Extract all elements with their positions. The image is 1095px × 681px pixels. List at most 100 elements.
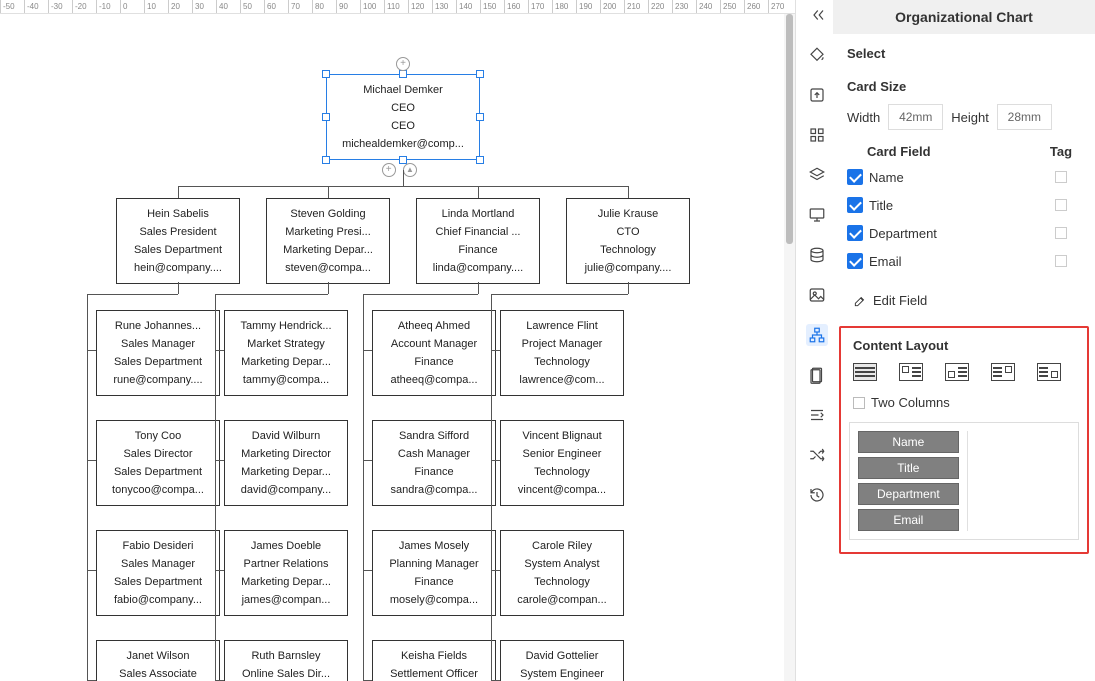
expand-panel-icon[interactable] — [806, 4, 828, 26]
org-node[interactable]: David WilburnMarketing DirectorMarketing… — [224, 420, 348, 506]
tag-checkbox[interactable] — [1055, 255, 1067, 267]
selection-handle[interactable] — [476, 70, 484, 78]
preview-field-pill[interactable]: Name — [858, 431, 959, 453]
tag-checkbox[interactable] — [1055, 227, 1067, 239]
layout-option-2[interactable] — [899, 363, 923, 381]
vertical-scrollbar[interactable] — [784, 14, 795, 681]
tag-checkbox[interactable] — [1055, 171, 1067, 183]
org-node-dept: Marketing Depar... — [229, 353, 343, 371]
org-chart-icon[interactable] — [806, 324, 828, 346]
org-node-name: Linda Mortland — [421, 205, 535, 223]
org-node[interactable]: Atheeq AhmedAccount ManagerFinanceatheeq… — [372, 310, 496, 396]
shuffle-icon[interactable] — [806, 444, 828, 466]
preview-field-pill[interactable]: Title — [858, 457, 959, 479]
ruler-tick: 160 — [504, 0, 520, 13]
layout-option-3[interactable] — [945, 363, 969, 381]
org-node[interactable]: Carole RileySystem AnalystTechnologycaro… — [500, 530, 624, 616]
org-node[interactable]: James MoselyPlanning ManagerFinancemosel… — [372, 530, 496, 616]
org-node-email: lawrence@com... — [505, 371, 619, 389]
selection-handle[interactable] — [322, 156, 330, 164]
ruler-tick: -10 — [96, 0, 111, 13]
export-icon[interactable] — [806, 84, 828, 106]
two-columns-row[interactable]: Two Columns — [849, 395, 1079, 422]
org-node[interactable]: Fabio DesideriSales ManagerSales Departm… — [96, 530, 220, 616]
org-node[interactable]: Linda MortlandChief Financial ...Finance… — [416, 198, 540, 284]
org-node-name: Keisha Fields — [377, 647, 491, 665]
two-columns-checkbox[interactable] — [853, 397, 865, 409]
org-node-dept: Technology — [505, 463, 619, 481]
layout-option-4[interactable] — [991, 363, 1015, 381]
org-node-name: Julie Krause — [571, 205, 685, 223]
align-icon[interactable] — [806, 404, 828, 426]
ruler-tick: 140 — [456, 0, 472, 13]
ruler-tick: 10 — [144, 0, 156, 13]
preview-field-pill[interactable]: Email — [858, 509, 959, 531]
selection-handle[interactable] — [399, 70, 407, 78]
org-node-title: Chief Financial ... — [421, 223, 535, 241]
database-icon[interactable] — [806, 244, 828, 266]
canvas-area[interactable]: -50-40-30-20-100102030405060708090100110… — [0, 0, 795, 681]
org-node-email: steven@compa... — [271, 259, 385, 277]
org-node[interactable]: Janet WilsonSales Associate — [96, 640, 220, 681]
selection-handle[interactable] — [322, 113, 330, 121]
tag-checkbox[interactable] — [1055, 199, 1067, 211]
org-node[interactable]: Tony CooSales DirectorSales Departmentto… — [96, 420, 220, 506]
org-node[interactable]: Tammy Hendrick...Market StrategyMarketin… — [224, 310, 348, 396]
selection-handle[interactable] — [476, 113, 484, 121]
ruler-tick: 90 — [336, 0, 348, 13]
org-node[interactable]: Vincent BlignautSenior EngineerTechnolog… — [500, 420, 624, 506]
org-node[interactable]: Lawrence FlintProject ManagerTechnologyl… — [500, 310, 624, 396]
org-node[interactable]: Rune Johannes...Sales ManagerSales Depar… — [96, 310, 220, 396]
layout-option-1[interactable] — [853, 363, 877, 381]
edit-field-button[interactable]: Edit Field — [833, 285, 1095, 322]
layers-icon[interactable] — [806, 164, 828, 186]
org-node-email: david@company... — [229, 481, 343, 499]
org-node[interactable]: Keisha FieldsSettlement Officer — [372, 640, 496, 681]
org-node-email: james@compan... — [229, 591, 343, 609]
ruler-tick: 20 — [168, 0, 180, 13]
org-node-title: CTO — [571, 223, 685, 241]
org-node[interactable]: James DoeblePartner RelationsMarketing D… — [224, 530, 348, 616]
org-node-email: carole@compan... — [505, 591, 619, 609]
org-node[interactable]: Julie KrauseCTOTechnologyjulie@company..… — [566, 198, 690, 284]
org-node-dept: Sales Department — [101, 353, 215, 371]
content-layout-highlight: Content Layout Two Columns NameTitleDepa… — [839, 326, 1089, 554]
grid-icon[interactable] — [806, 124, 828, 146]
page-icon[interactable] — [806, 364, 828, 386]
cardfield-checkbox[interactable] — [847, 197, 863, 213]
layout-option-5[interactable] — [1037, 363, 1061, 381]
height-input[interactable] — [997, 104, 1052, 130]
preview-field-pill[interactable]: Department — [858, 483, 959, 505]
org-node[interactable]: Hein SabelisSales PresidentSales Departm… — [116, 198, 240, 284]
org-node[interactable]: Michael DemkerCEOCEOmichealdemker@comp..… — [326, 74, 480, 160]
cardfield-checkbox[interactable] — [847, 225, 863, 241]
org-node-name: Sandra Sifford — [377, 427, 491, 445]
org-node-dept: Technology — [505, 573, 619, 591]
org-node[interactable]: David GottelierSystem Engineer — [500, 640, 624, 681]
selection-handle[interactable] — [476, 156, 484, 164]
ruler-horizontal: -50-40-30-20-100102030405060708090100110… — [0, 0, 795, 14]
org-chart-canvas[interactable]: Michael DemkerCEOCEOmichealdemker@comp..… — [0, 14, 784, 681]
org-node-name: Tammy Hendrick... — [229, 317, 343, 335]
image-icon[interactable] — [806, 284, 828, 306]
ruler-tick: 70 — [288, 0, 300, 13]
org-node-dept: Marketing Depar... — [229, 573, 343, 591]
ruler-tick: 60 — [264, 0, 276, 13]
collapse-node[interactable]: ▲ — [403, 163, 417, 177]
org-node-email: sandra@compa... — [377, 481, 491, 499]
ruler-tick: 130 — [432, 0, 448, 13]
cardfield-checkbox[interactable] — [847, 253, 863, 269]
org-node-name: Rune Johannes... — [101, 317, 215, 335]
width-input[interactable] — [888, 104, 943, 130]
add-node-top[interactable]: + — [396, 57, 410, 71]
org-node[interactable]: Steven GoldingMarketing Presi...Marketin… — [266, 198, 390, 284]
presentation-icon[interactable] — [806, 204, 828, 226]
cardfield-checkbox[interactable] — [847, 169, 863, 185]
selection-handle[interactable] — [322, 70, 330, 78]
org-node[interactable]: Sandra SiffordCash ManagerFinancesandra@… — [372, 420, 496, 506]
add-node-bottom[interactable]: + — [382, 163, 396, 177]
history-icon[interactable] — [806, 484, 828, 506]
org-node[interactable]: Ruth BarnsleyOnline Sales Dir... — [224, 640, 348, 681]
ruler-tick: 40 — [216, 0, 228, 13]
fill-icon[interactable] — [806, 44, 828, 66]
